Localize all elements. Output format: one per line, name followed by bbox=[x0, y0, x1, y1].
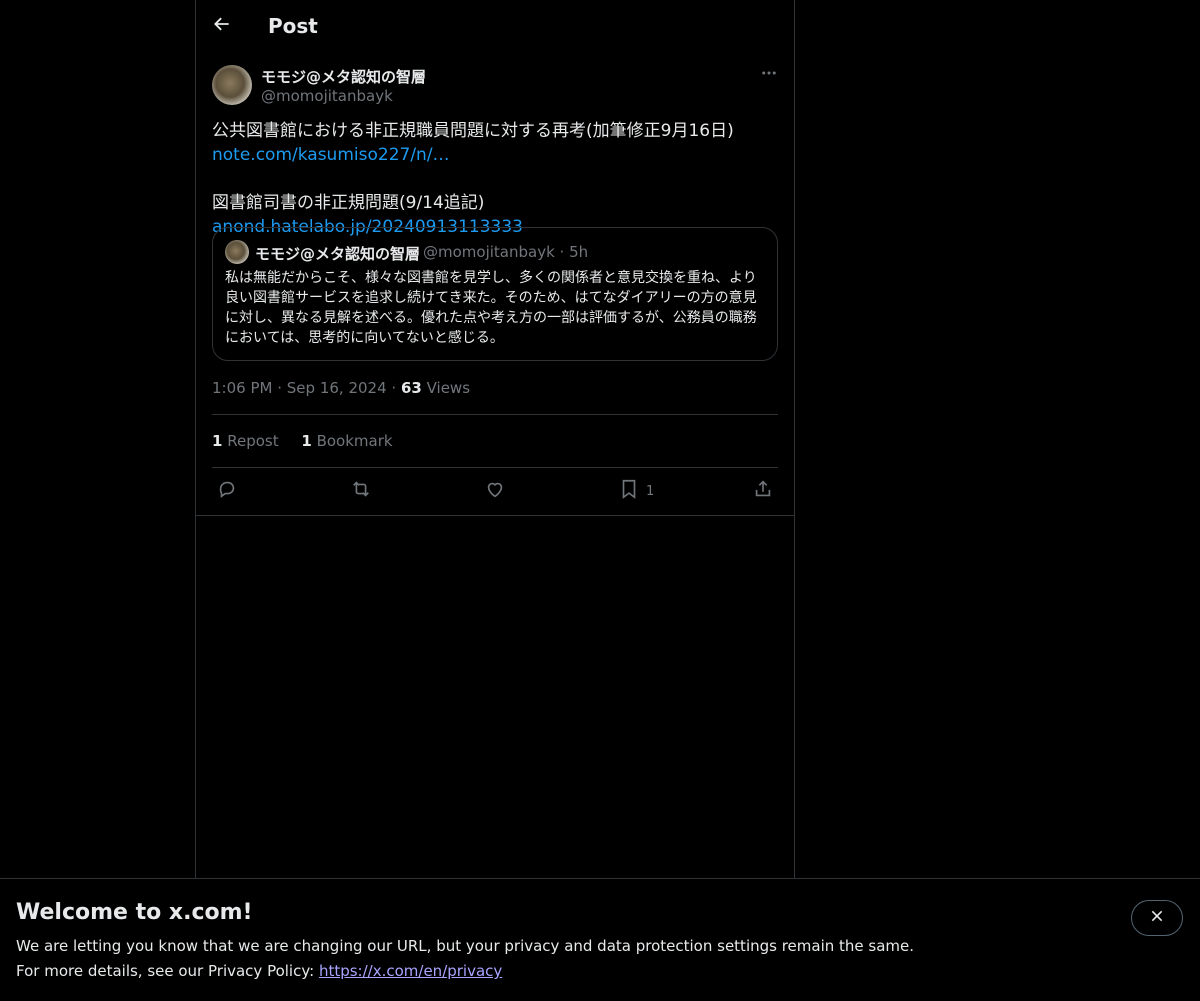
post-header: Post bbox=[196, 0, 794, 53]
privacy-policy-link[interactable]: https://x.com/en/privacy bbox=[319, 962, 502, 980]
close-icon bbox=[1149, 908, 1165, 928]
bookmark-button[interactable]: 1 bbox=[618, 478, 654, 504]
quote-author-name: モモジ@メタ認知の智層 bbox=[255, 245, 421, 263]
close-banner-button[interactable] bbox=[1131, 900, 1183, 936]
quoted-post[interactable]: モモジ@メタ認知の智層 @momojitanbayk · 5h 私は無能だからこ… bbox=[212, 227, 778, 361]
arrow-left-icon bbox=[212, 14, 232, 38]
divider bbox=[212, 467, 778, 468]
reply-icon bbox=[216, 478, 238, 504]
url-change-banner: Welcome to x.com! We are letting you kno… bbox=[0, 878, 1200, 1001]
post-text: 公共図書館における非正規職員問題に対する再考(加筆修正9月16日) note.c… bbox=[212, 119, 782, 239]
views-label: Views bbox=[426, 379, 471, 397]
more-button[interactable] bbox=[758, 64, 780, 86]
more-horizontal-icon bbox=[760, 64, 778, 86]
repost-button[interactable] bbox=[350, 478, 372, 504]
author-name[interactable]: モモジ@メタ認知の智層 bbox=[261, 66, 426, 87]
post-meta: 1:06 PM · Sep 16, 2024 · 63 Views bbox=[212, 379, 471, 397]
quote-avatar bbox=[225, 240, 249, 264]
repost-icon bbox=[350, 478, 372, 504]
post-time[interactable]: 1:06 PM bbox=[212, 379, 272, 397]
bookmark-icon bbox=[618, 478, 640, 504]
engagement-stats: 1 Repost 1 Bookmark bbox=[212, 432, 411, 450]
bookmark-count: 1 bbox=[646, 483, 655, 499]
views-count: 63 bbox=[400, 379, 422, 397]
bookmarks-stat[interactable]: 1 Bookmark bbox=[301, 432, 392, 450]
like-button[interactable] bbox=[484, 478, 506, 504]
banner-privacy-line: For more details, see our Privacy Policy… bbox=[16, 962, 503, 980]
divider bbox=[212, 414, 778, 415]
share-icon bbox=[752, 478, 774, 504]
post-text-line2: 図書館司書の非正規問題(9/14追記) bbox=[212, 193, 485, 213]
avatar[interactable] bbox=[212, 65, 252, 105]
author-handle[interactable]: @momojitanbayk bbox=[261, 87, 393, 105]
post-link-note[interactable]: note.com/kasumiso227/n/… bbox=[212, 145, 450, 165]
post-text-line1: 公共図書館における非正規職員問題に対する再考(加筆修正9月16日) bbox=[212, 121, 734, 141]
banner-title: Welcome to x.com! bbox=[16, 900, 253, 925]
share-button[interactable] bbox=[752, 478, 774, 504]
reposts-stat[interactable]: 1 Repost bbox=[212, 432, 279, 450]
banner-message: We are letting you know that we are chan… bbox=[16, 937, 915, 955]
quote-meta: @momojitanbayk · 5h bbox=[423, 243, 589, 261]
quote-text: 私は無能だからこそ、様々な図書館を見学し、多くの関係者と意見交換を重ね、より良い… bbox=[225, 270, 757, 346]
heart-icon bbox=[484, 478, 506, 504]
post-column: Post モモジ@メタ認知の智層 @momojitanbayk 公共図書館におけ… bbox=[195, 0, 795, 878]
divider bbox=[196, 515, 794, 516]
back-button[interactable] bbox=[208, 12, 236, 40]
post-date[interactable]: Sep 16, 2024 bbox=[287, 379, 387, 397]
page-title: Post bbox=[268, 14, 318, 38]
reply-button[interactable] bbox=[216, 478, 238, 504]
action-bar: 1 bbox=[196, 478, 794, 508]
